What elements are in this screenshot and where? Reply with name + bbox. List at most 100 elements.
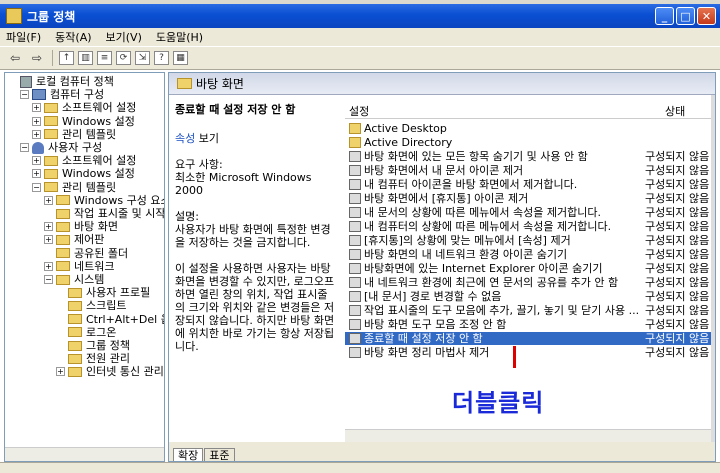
tree-item[interactable]: 공유된 폴더 [44,247,128,260]
table-row[interactable]: 종료할 때 설정 저장 안 함 구성되지 않음 [345,332,715,345]
expand-toggle-icon[interactable]: − [20,90,29,100]
tree-item[interactable]: 그룹 정책 [56,339,130,352]
tree-item[interactable]: 작업 표시줄 및 시작 [44,207,164,220]
row-setting-name: 바탕 화면 정리 마법사 제거 [364,346,490,359]
expand-toggle-icon[interactable]: − [44,275,53,284]
expand-toggle-icon[interactable]: − [32,182,41,192]
tree-horizontal-scrollbar[interactable] [5,447,164,461]
row-setting-name: [내 문서] 경로 변경할 수 없음 [364,290,502,303]
expand-toggle-icon[interactable]: + [44,261,53,271]
tree-item[interactable]: − 컴퓨터 구성 [20,88,104,101]
description-panel: 종료할 때 설정 저장 안 함 속성 보기 요구 사항: 최소한 Microsof… [169,95,343,440]
tree-item-label: 제어판 [74,233,105,247]
close-button[interactable]: ✕ [697,7,716,25]
table-row[interactable]: 바탕 화면에 있는 모든 항목 숨기기 및 사용 안 함 구성되지 않음 [345,150,715,163]
forward-icon[interactable]: ⇨ [28,49,46,67]
row-state: 구성되지 않음 [645,262,710,275]
column-setting[interactable]: 설정 [349,103,369,119]
expand-toggle-icon[interactable]: + [44,235,53,245]
row-state: 구성되지 않음 [645,304,710,317]
table-row[interactable]: 내 컴퓨터의 상황에 따른 메뉴에서 속성을 제거합니다. 구성되지 않음 [345,220,715,233]
vertical-scrollbar[interactable] [711,95,715,442]
maximize-button[interactable]: □ [676,7,695,25]
tree-item[interactable]: + Windows 설정 [32,115,135,128]
row-setting-name: Active Directory [364,136,453,149]
tree-item[interactable]: + 소프트웨어 설정 [32,154,136,167]
table-row[interactable]: 바탕화면에 있는 Internet Explorer 아이콘 숨기기 구성되지 않… [345,262,715,275]
expand-toggle-icon[interactable]: + [44,222,53,232]
minimize-button[interactable]: _ [655,7,674,25]
tree-item[interactable]: + 인터넷 통신 관리 [56,365,164,378]
tab-standard[interactable]: 표준 [204,448,235,461]
tree-item[interactable]: 로그온 [56,326,116,339]
tree-item[interactable]: + Windows 구성 요소 [44,194,164,207]
up-folder-icon[interactable]: ↑ [59,51,74,65]
menu-file[interactable]: 파일(F) [6,29,41,45]
tree-item[interactable]: + 소프트웨어 설정 [32,101,136,114]
extended-view-icon[interactable]: ▦ [173,51,188,65]
table-row[interactable]: 바탕 화면에서 [휴지통] 아이콘 제거 구성되지 않음 [345,192,715,205]
back-icon[interactable]: ⇦ [6,49,24,67]
policy-setting-icon [349,277,361,288]
table-row[interactable]: 작업 표시줄의 도구 모음에 추가, 끌기, 놓기 및 닫기 사용 ... 구성되… [345,304,715,317]
row-state: 구성되지 않음 [645,178,710,191]
tree-item[interactable]: − 시스템 [44,273,104,286]
table-row[interactable]: 바탕 화면 도구 모음 조정 안 함 구성되지 않음 [345,318,715,331]
tree-item[interactable]: Ctrl+Alt+Del 옵션 [56,313,164,326]
title-bar[interactable]: 그룹 정책 _ □ ✕ [0,4,720,28]
column-state[interactable]: 상태 [665,103,685,119]
refresh-icon[interactable]: ⟳ [116,51,131,65]
tree-item[interactable]: + Windows 설정 [32,167,135,180]
show-tree-icon[interactable]: ▥ [78,51,93,65]
expand-toggle-icon[interactable]: + [32,129,41,139]
expand-toggle-icon[interactable]: + [56,367,65,377]
expand-toggle-icon[interactable]: + [32,156,41,166]
properties-icon[interactable]: ≡ [97,51,112,65]
expand-toggle-icon[interactable]: + [44,195,53,205]
tree-item-label: 관리 템플릿 [62,127,117,141]
export-icon[interactable]: ⇲ [135,51,150,65]
folder-icon [68,327,82,338]
expand-toggle-icon[interactable]: + [32,103,41,113]
table-row[interactable]: Active Directory [345,136,715,149]
explanation-text: 사용자가 바탕 화면에 특정한 변경을 저장하는 것을 금지합니다. [175,223,331,249]
horizontal-scrollbar[interactable] [345,429,715,442]
tree-item[interactable]: + 바탕 화면 [44,220,118,233]
tab-extended[interactable]: 확장 [173,448,204,461]
tree-item[interactable]: 전원 관리 [56,352,130,365]
policy-setting-icon [349,249,361,260]
row-setting-name: [휴지통]의 상황에 맞는 메뉴에서 [속성] 제거 [364,234,571,247]
table-row[interactable]: Active Desktop [345,122,715,135]
policy-setting-icon [349,221,361,232]
tree-item[interactable]: 스크립트 [56,299,126,312]
table-row[interactable]: 바탕 화면 정리 마법사 제거 구성되지 않음 [345,346,715,359]
tree-item[interactable]: + 제어판 [44,233,104,246]
menu-view[interactable]: 보기(V) [106,29,142,45]
tree-item[interactable]: + 관리 템플릿 [32,128,116,141]
table-row[interactable]: 바탕 화면에서 내 문서 아이콘 제거 구성되지 않음 [345,164,715,177]
help-icon[interactable]: ? [154,51,169,65]
expand-toggle-icon[interactable]: − [20,143,29,152]
table-row[interactable]: 내 컴퓨터 아이콘을 바탕 화면에서 제거합니다. 구성되지 않음 [345,178,715,191]
folder-icon [44,102,58,113]
expand-toggle-icon[interactable]: + [32,116,41,126]
tree-item[interactable]: 로컬 컴퓨터 정책 [8,75,114,88]
table-row[interactable]: [내 문서] 경로 변경할 수 없음 구성되지 않음 [345,290,715,303]
row-state: 구성되지 않음 [645,276,710,289]
properties-link[interactable]: 속성 [175,132,195,145]
table-row[interactable]: 내 문서의 상황에 따른 메뉴에서 속성을 제거합니다. 구성되지 않음 [345,206,715,219]
annotation-text: 더블클릭 [452,389,545,417]
expand-toggle-icon[interactable]: + [32,169,41,179]
menu-action[interactable]: 동작(A) [55,29,91,45]
tree-item[interactable]: − 사용자 구성 [20,141,102,154]
folder-icon [349,137,361,148]
menu-help[interactable]: 도움말(H) [156,29,203,45]
details-pane: 바탕 화면 종료할 때 설정 저장 안 함 속성 보기 요구 사항: 최소한 Mi… [168,72,716,462]
tree-item[interactable]: 사용자 프로필 [56,286,150,299]
tree-item[interactable]: − 관리 템플릿 [32,181,116,194]
table-row[interactable]: 바탕 화면의 내 네트워크 환경 아이콘 숨기기 구성되지 않음 [345,248,715,261]
table-row[interactable]: 내 네트워크 환경에 최근에 연 문서의 공유를 추가 안 함 구성되지 않음 [345,276,715,289]
tree-pane[interactable]: 로컬 컴퓨터 정책 − 컴퓨터 구성 + 소프트웨어 설정 + Windows 설정 + 관리 … [4,72,165,462]
tree-item[interactable]: + 네트워크 [44,260,114,273]
table-row[interactable]: [휴지통]의 상황에 맞는 메뉴에서 [속성] 제거 구성되지 않음 [345,234,715,247]
